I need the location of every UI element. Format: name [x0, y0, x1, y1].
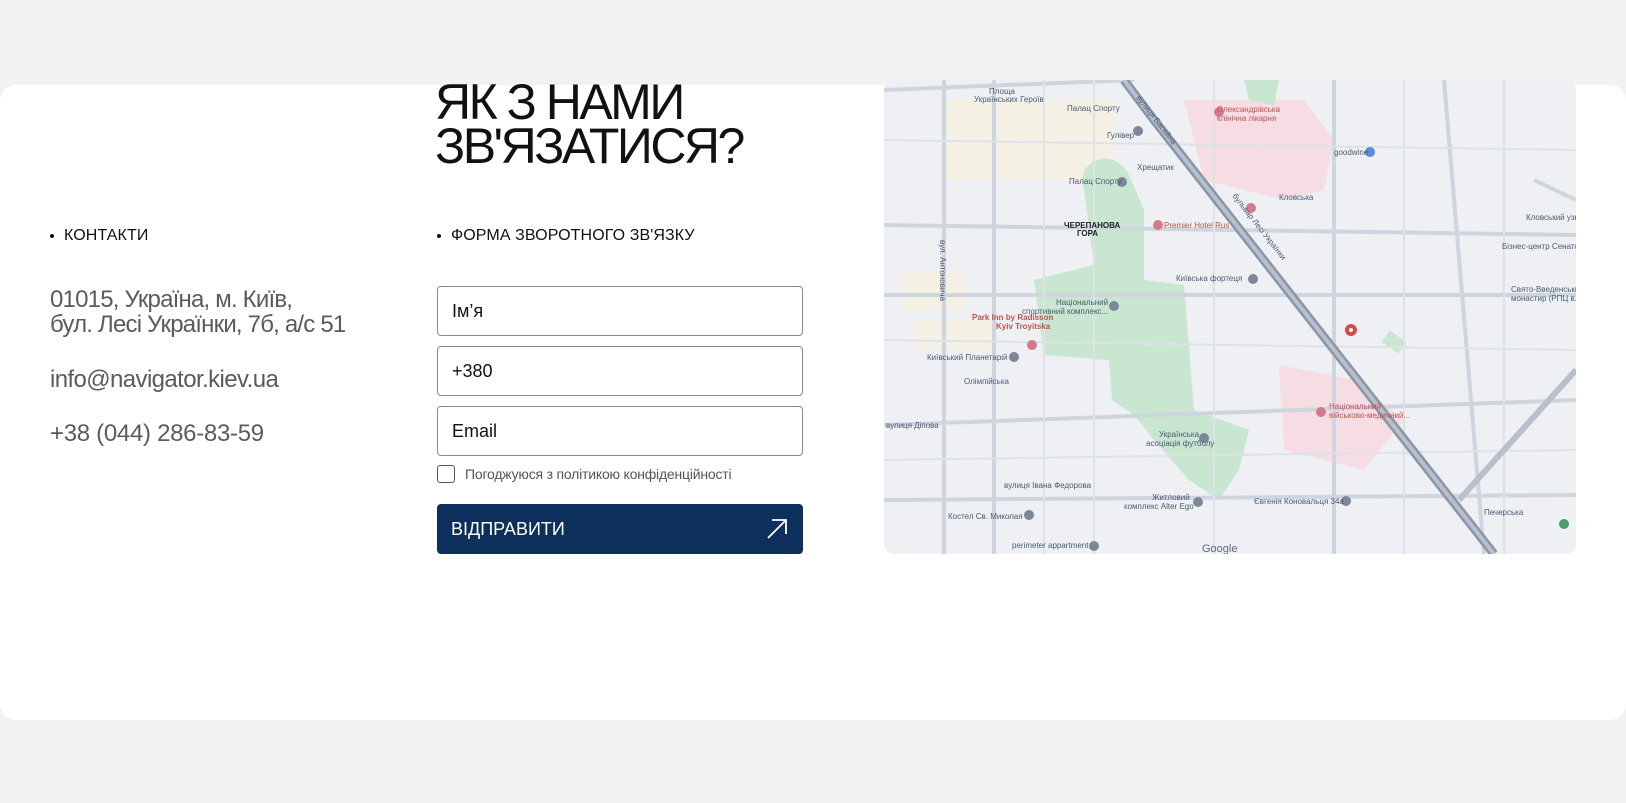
arrow-up-right-icon — [767, 519, 787, 539]
map-label: Українських Героїв — [974, 95, 1044, 104]
map-label: Національний — [1329, 402, 1381, 411]
phone-field[interactable] — [437, 346, 803, 396]
map-label: вулиця Івана Федорова — [1004, 481, 1092, 490]
map-label: Олександрівська — [1217, 105, 1281, 114]
page-title-line-2: ЗВ'ЯЗАТИСЯ? — [435, 118, 745, 174]
map-label: Євгенія Коновальця 34а — [1254, 497, 1344, 506]
map-pin-icon[interactable] — [1345, 324, 1357, 336]
submit-button-label: ВІДПРАВИТИ — [451, 518, 565, 539]
email-link[interactable]: info@navigator.kiev.ua — [50, 366, 279, 394]
map-label: Палац Спорту — [1069, 177, 1122, 186]
map-label: Park Inn by Radisson — [972, 313, 1053, 322]
map-label: клінічна лікарня — [1217, 114, 1276, 123]
map-label: Гулівер — [1107, 131, 1135, 140]
map-label: комплекс Alter Ego — [1124, 502, 1194, 511]
map-label: Палац Спорту — [1067, 104, 1120, 113]
map-label: Кловський узв — [1526, 213, 1576, 222]
bullet-dot-icon — [50, 234, 54, 238]
google-logo: Google — [1202, 543, 1237, 554]
google-map[interactable]: Площа Українських Героїв Палац Спорту Ол… — [884, 80, 1576, 554]
feedback-form-label-text: ФОРМА ЗВОРОТНОГО ЗВ'ЯЗКУ — [451, 227, 695, 244]
address-line-1: 01015, Україна, м. Київ, — [50, 286, 293, 313]
map-label: Кловська — [1279, 193, 1314, 202]
map-label: Kyiv Troyitska — [996, 322, 1051, 331]
map-label: Українська — [1159, 430, 1200, 439]
address-line-2: бул. Лесі Українки, 7б, а/с 51 — [50, 311, 346, 338]
feedback-form-section-label: ФОРМА ЗВОРОТНОГО ЗВ'ЯЗКУ — [437, 227, 695, 245]
privacy-consent-checkbox[interactable] — [437, 465, 455, 483]
map-label: perimeter appartment — [1012, 541, 1089, 550]
page-title: ЯК З НАМИ ЗВ'ЯЗАТИСЯ? — [435, 77, 745, 174]
map-label: Хрещатик — [1137, 163, 1174, 172]
phone-link[interactable]: +38 (044) 286-83-59 — [50, 420, 264, 448]
map-label: Premier Hotel Rus — [1164, 221, 1229, 230]
map-label: Національний — [1056, 298, 1108, 307]
map-label: вулиця Діпова — [886, 421, 939, 430]
map-label: Печерська — [1484, 508, 1524, 517]
map-canvas[interactable]: Площа Українських Героїв Палац Спорту Ол… — [884, 80, 1576, 554]
map-label: Київський Планетарій — [927, 353, 1008, 362]
privacy-consent[interactable]: Погоджуюся з політикою конфіденційності — [437, 465, 732, 483]
map-label: Свято-Введенський — [1511, 285, 1576, 294]
map-label: Житловий — [1152, 493, 1190, 502]
map-label: goodwine — [1334, 148, 1369, 157]
map-label: Олімпійська — [964, 377, 1010, 386]
map-label: ГОРА — [1077, 229, 1098, 238]
address: 01015, Україна, м. Київ, бул. Лесі Украї… — [50, 286, 346, 338]
map-label: асоціація футболу — [1146, 439, 1214, 448]
bullet-dot-icon — [437, 234, 441, 238]
map-label: вул. Антоновича — [938, 240, 947, 302]
privacy-consent-label: Погоджуюся з політикою конфіденційності — [465, 466, 732, 482]
email-field[interactable] — [437, 406, 803, 456]
map-label: Бізнес-центр Сенатор — [1502, 242, 1576, 251]
map-label: військово-медичний... — [1329, 411, 1410, 420]
map-label: Київська фортеця — [1176, 274, 1242, 283]
contacts-section-label: КОНТАКТИ — [50, 227, 148, 245]
map-label: монастир (РПЦ в... — [1511, 294, 1576, 303]
submit-button[interactable]: ВІДПРАВИТИ — [437, 504, 803, 554]
map-label: Костел Св. Миколая — [948, 512, 1023, 521]
name-field[interactable] — [437, 286, 803, 336]
contacts-label-text: КОНТАКТИ — [64, 227, 149, 244]
